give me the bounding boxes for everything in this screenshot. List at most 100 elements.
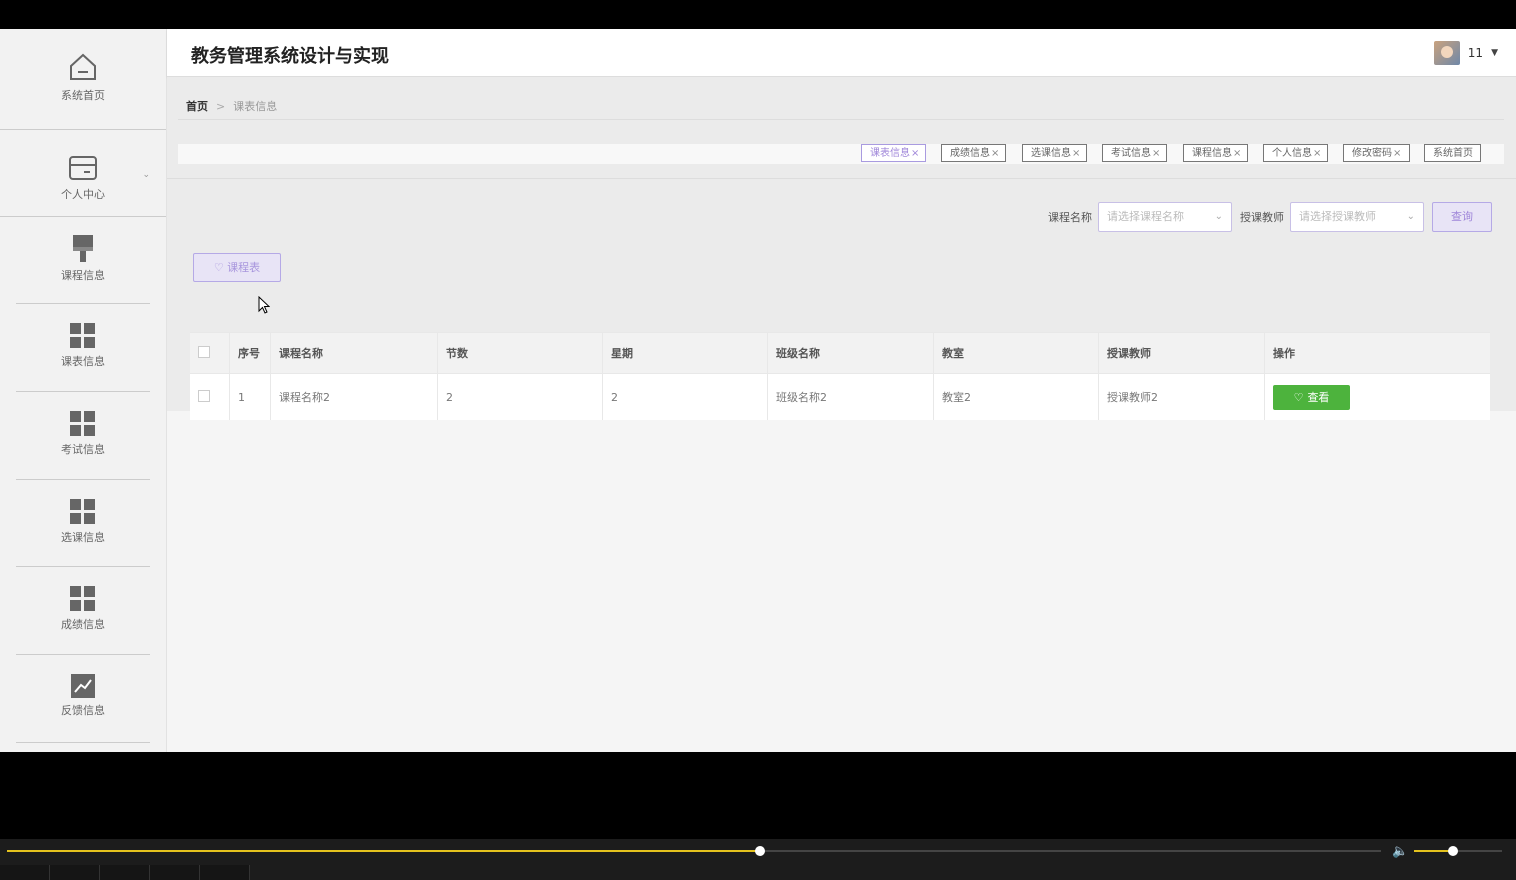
thumbnail[interactable] xyxy=(200,865,250,880)
course-name-select[interactable]: 请选择课程名称 ⌄ xyxy=(1098,202,1232,232)
breadcrumb: 首页 > 课表信息 xyxy=(186,98,277,114)
sidebar-item-label: 反馈信息 xyxy=(61,704,105,717)
brush-icon xyxy=(73,235,93,262)
column-header: 班级名称 xyxy=(767,332,934,374)
divider xyxy=(16,479,150,480)
chevron-down-icon: ⌄ xyxy=(142,170,150,180)
divider xyxy=(167,178,1516,179)
chevron-down-icon: ⌄ xyxy=(1406,211,1415,222)
heart-icon: ♡ xyxy=(1293,390,1304,404)
volume-slider[interactable] xyxy=(1414,846,1502,856)
tab-label: 修改密码 xyxy=(1352,148,1392,159)
breadcrumb-home[interactable]: 首页 xyxy=(186,100,208,113)
course-schedule-button[interactable]: ♡ 课程表 xyxy=(193,253,281,282)
close-icon[interactable]: × xyxy=(1233,148,1241,159)
sidebar-item-label: 个人中心 xyxy=(61,188,105,201)
row-select-cell xyxy=(190,373,230,420)
app-title: 教务管理系统设计与实现 xyxy=(191,46,389,67)
select-all-cell xyxy=(190,332,230,374)
thumbnail[interactable] xyxy=(0,865,50,880)
sidebar-item-home[interactable]: 系统首页 xyxy=(0,29,166,130)
tab-grade-info[interactable]: 成绩信息× xyxy=(941,144,1006,162)
tab-exam-info[interactable]: 考试信息× xyxy=(1102,144,1167,162)
sidebar-item-schedule[interactable]: 课表信息 xyxy=(16,323,150,369)
volume-fill xyxy=(1414,850,1453,852)
column-header: 节数 xyxy=(437,332,603,374)
tab-schedule-info[interactable]: 课表信息× xyxy=(861,144,926,162)
row-checkbox[interactable] xyxy=(198,389,210,402)
tab-label: 选课信息 xyxy=(1031,148,1071,159)
tab-label: 成绩信息 xyxy=(950,148,990,159)
schedule-table: 序号 课程名称 节数 星期 班级名称 教室 授课教师 操作 1 课程名称2 2 … xyxy=(190,332,1490,420)
thumbnail[interactable] xyxy=(50,865,100,880)
tab-label: 课表信息 xyxy=(870,148,910,159)
course-schedule-label: 课程表 xyxy=(227,261,261,274)
tabs-bar: 课表信息× 成绩信息× 选课信息× 考试信息× 课程信息× 个人信息× 修改密码… xyxy=(178,144,1504,164)
breadcrumb-separator: > xyxy=(216,100,226,113)
sidebar-item-exam[interactable]: 考试信息 xyxy=(16,411,150,457)
home-icon xyxy=(70,53,96,80)
tab-label: 个人信息 xyxy=(1272,148,1312,159)
view-button[interactable]: ♡ 查看 xyxy=(1273,384,1350,410)
divider xyxy=(178,119,1504,120)
tab-selection-info[interactable]: 选课信息× xyxy=(1022,144,1087,162)
heart-icon: ♡ xyxy=(213,261,224,274)
progress-fill xyxy=(7,850,760,852)
sidebar-item-label: 考试信息 xyxy=(61,443,105,456)
volume-handle[interactable] xyxy=(1447,846,1458,856)
sidebar-item-label: 课表信息 xyxy=(61,355,105,368)
close-icon[interactable]: × xyxy=(1393,148,1401,159)
sidebar-item-course[interactable]: 课程信息 xyxy=(16,235,150,283)
table-header-row: 序号 课程名称 节数 星期 班级名称 教室 授课教师 操作 xyxy=(190,332,1490,374)
video-player-bar: 🔈 xyxy=(0,839,1516,880)
sidebar-item-personal-center[interactable]: 个人中心 ⌄ xyxy=(0,130,166,217)
thumbnail[interactable] xyxy=(150,865,200,880)
teacher-label: 授课教师 xyxy=(1240,211,1284,224)
top-header: 教务管理系统设计与实现 11 ▼ xyxy=(167,29,1516,77)
close-icon[interactable]: × xyxy=(911,148,919,159)
course-name-label: 课程名称 xyxy=(1048,211,1092,224)
sidebar-item-selection[interactable]: 选课信息 xyxy=(16,499,150,545)
column-header: 授课教师 xyxy=(1098,332,1265,374)
chart-icon xyxy=(71,674,95,698)
sidebar-item-feedback[interactable]: 反馈信息 xyxy=(16,674,150,718)
close-icon[interactable]: × xyxy=(1072,148,1080,159)
tab-course-info[interactable]: 课程信息× xyxy=(1183,144,1248,162)
search-form: 课程名称 请选择课程名称 ⌄ 授课教师 请选择授课教师 ⌄ 查询 xyxy=(1048,202,1492,232)
user-name: 11 xyxy=(1467,46,1484,60)
cell-weekday: 2 xyxy=(602,373,768,420)
teacher-select[interactable]: 请选择授课教师 ⌄ xyxy=(1290,202,1424,232)
column-header: 星期 xyxy=(602,332,768,374)
close-icon[interactable]: × xyxy=(991,148,999,159)
chevron-down-icon: ⌄ xyxy=(1214,211,1223,222)
sidebar-item-label: 课程信息 xyxy=(61,269,105,282)
thumbnail[interactable] xyxy=(100,865,150,880)
tab-system-home[interactable]: 系统首页 xyxy=(1424,144,1481,162)
column-header: 教室 xyxy=(933,332,1099,374)
close-icon[interactable]: × xyxy=(1152,148,1160,159)
progress-handle[interactable] xyxy=(754,846,765,856)
select-all-checkbox[interactable] xyxy=(198,345,210,358)
grid-icon xyxy=(70,411,95,436)
progress-slider[interactable] xyxy=(7,846,1381,856)
cell-course: 课程名称2 xyxy=(270,373,438,420)
divider xyxy=(16,742,150,743)
sidebar-item-label: 成绩信息 xyxy=(61,618,105,631)
tab-personal-info[interactable]: 个人信息× xyxy=(1263,144,1328,162)
sidebar-item-label: 选课信息 xyxy=(61,531,105,544)
close-icon[interactable]: × xyxy=(1313,148,1321,159)
user-menu[interactable]: 11 ▼ xyxy=(1433,41,1498,65)
cell-room: 教室2 xyxy=(933,373,1099,420)
column-header: 操作 xyxy=(1264,332,1490,374)
view-label: 查看 xyxy=(1307,391,1330,404)
divider xyxy=(16,566,150,567)
caret-down-icon: ▼ xyxy=(1491,48,1498,58)
query-button[interactable]: 查询 xyxy=(1432,202,1492,232)
course-name-placeholder: 请选择课程名称 xyxy=(1107,210,1184,223)
tab-change-password[interactable]: 修改密码× xyxy=(1343,144,1410,162)
sidebar-item-label: 系统首页 xyxy=(61,89,105,102)
sidebar-item-grades[interactable]: 成绩信息 xyxy=(16,586,150,632)
sidebar: 系统首页 个人中心 ⌄ 课程信息 课表信息 考试信息 选课信息 成绩信息 反馈信… xyxy=(0,29,167,752)
breadcrumb-current: 课表信息 xyxy=(233,100,278,113)
volume-icon[interactable]: 🔈 xyxy=(1392,844,1408,859)
